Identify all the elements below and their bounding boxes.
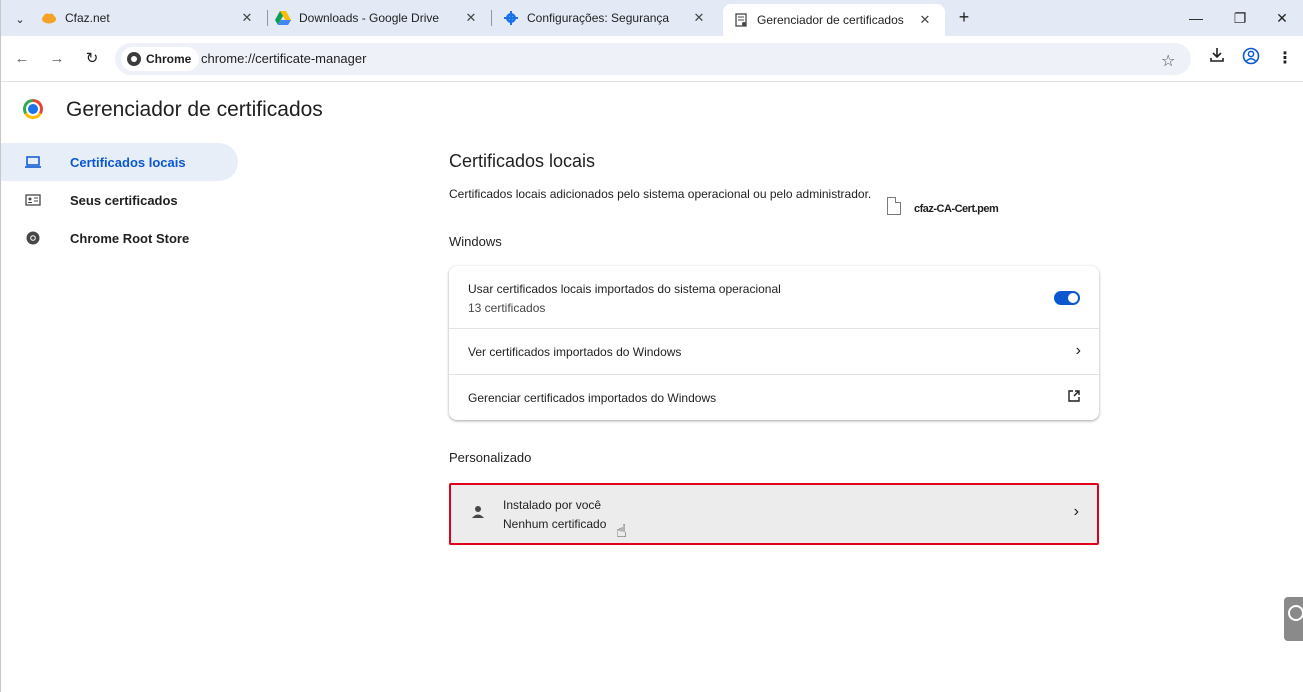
browser-window: ⌄ Cfaz.net ✕ Downloads - Google Drive ✕ … [0, 0, 1303, 692]
forward-arrow-icon[interactable]: → [45, 47, 69, 71]
chrome-icon [127, 52, 141, 66]
close-tab-icon[interactable]: ✕ [917, 12, 933, 28]
custom-heading: Personalizado [449, 450, 532, 465]
manage-windows-certificates-row[interactable]: Gerenciar certificados importados do Win… [449, 375, 1099, 420]
laptop-icon [25, 154, 41, 170]
windows-heading: Windows [449, 234, 502, 249]
section-description: Certificados locais adicionados pelo sis… [449, 187, 872, 201]
bookmark-star-icon[interactable]: ☆ [1161, 51, 1175, 71]
page-title: Gerenciador de certificados [66, 98, 323, 121]
minimize-icon[interactable]: — [1174, 0, 1218, 36]
tab-separator [491, 10, 492, 26]
view-windows-certificates-row[interactable]: Ver certificados importados do Windows › [449, 329, 1099, 375]
tab-separator [267, 10, 268, 26]
chevron-right-icon: › [1075, 342, 1081, 359]
sidebar-item-label: Seus certificados [70, 192, 178, 208]
open-external-icon [1067, 389, 1081, 408]
chip-label: Chrome [146, 52, 192, 66]
sidebar-item-label: Chrome Root Store [70, 230, 190, 246]
sidebar-item-label: Certificados locais [70, 154, 186, 170]
hand-cursor-icon: ☝ [616, 521, 627, 541]
url-text[interactable]: chrome://certificate-manager [201, 51, 366, 66]
row-primary-text: Usar certificados locais importados do s… [468, 282, 781, 296]
site-info-chip[interactable]: Chrome [121, 47, 200, 71]
tab-title: Cfaz.net [65, 11, 110, 25]
settings-gear-icon [503, 10, 519, 26]
cloud-icon [41, 10, 57, 26]
close-tab-icon[interactable]: ✕ [463, 10, 479, 26]
new-tab-plus-icon[interactable]: + [953, 7, 975, 29]
more-menu-icon[interactable]: ⋮ [1273, 47, 1297, 71]
row-secondary-text: Nenhum certificado [503, 517, 607, 531]
sidebar-item-certificados-locais[interactable]: Certificados locais [1, 143, 238, 181]
chevron-right-icon: › [1073, 503, 1079, 520]
certificate-count: 13 certificados [468, 301, 546, 315]
profile-avatar-icon[interactable] [1239, 47, 1263, 71]
section-title: Certificados locais [449, 151, 596, 171]
tab-google-drive[interactable]: Downloads - Google Drive ✕ [275, 0, 492, 36]
close-window-icon[interactable]: ✕ [1260, 0, 1303, 36]
sidebar: Certificados locais Seus certificados Ch… [1, 143, 241, 257]
certificate-icon [733, 12, 749, 28]
dragged-file-name: cfaz-CA-Cert.pem [914, 203, 999, 215]
download-icon[interactable] [1205, 47, 1229, 71]
chrome-logo-icon [23, 99, 43, 119]
restore-icon[interactable]: ❐ [1218, 0, 1262, 36]
tab-cfaz[interactable]: Cfaz.net ✕ [41, 0, 268, 36]
row-primary-text: Gerenciar certificados importados do Win… [468, 391, 717, 405]
person-icon [471, 505, 485, 524]
id-card-icon [25, 192, 41, 208]
tab-title: Configurações: Segurança [527, 11, 670, 25]
back-arrow-icon[interactable]: ← [10, 47, 34, 71]
tab-gerenciador-certificados[interactable]: Gerenciador de certificados ✕ [723, 4, 945, 36]
side-panel-widget[interactable] [1284, 597, 1303, 641]
windows-certificates-card: Usar certificados locais importados do s… [449, 266, 1099, 420]
sidebar-item-seus-certificados[interactable]: Seus certificados [1, 181, 241, 219]
google-drive-icon [275, 10, 291, 26]
file-icon[interactable] [887, 197, 901, 215]
tab-title: Gerenciador de certificados [757, 13, 904, 27]
browser-toolbar: ← → ↻ Chrome chrome://certificate-manage… [1, 36, 1303, 82]
tab-search-chevron-icon[interactable]: ⌄ [9, 8, 31, 30]
sidebar-item-chrome-root-store[interactable]: Chrome Root Store [1, 219, 241, 257]
row-primary-text: Instalado por você [503, 498, 602, 512]
use-os-certificates-row[interactable]: Usar certificados locais importados do s… [449, 266, 1099, 329]
tab-title: Downloads - Google Drive [299, 11, 440, 25]
tab-configuracoes-seguranca[interactable]: Configurações: Segurança ✕ [503, 0, 719, 36]
close-tab-icon[interactable]: ✕ [239, 10, 255, 26]
use-os-certificates-toggle[interactable] [1054, 291, 1080, 305]
chrome-icon [25, 230, 41, 246]
address-bar[interactable]: Chrome chrome://certificate-manager ☆ [115, 43, 1191, 75]
tab-strip: ⌄ Cfaz.net ✕ Downloads - Google Drive ✕ … [1, 0, 1303, 36]
page-header: Gerenciador de certificados [1, 83, 1303, 137]
close-tab-icon[interactable]: ✕ [691, 10, 707, 26]
installed-by-you-row[interactable]: Instalado por você Nenhum certificado › [449, 483, 1099, 545]
reload-icon[interactable]: ↻ [80, 47, 104, 71]
row-primary-text: Ver certificados importados do Windows [468, 345, 682, 359]
